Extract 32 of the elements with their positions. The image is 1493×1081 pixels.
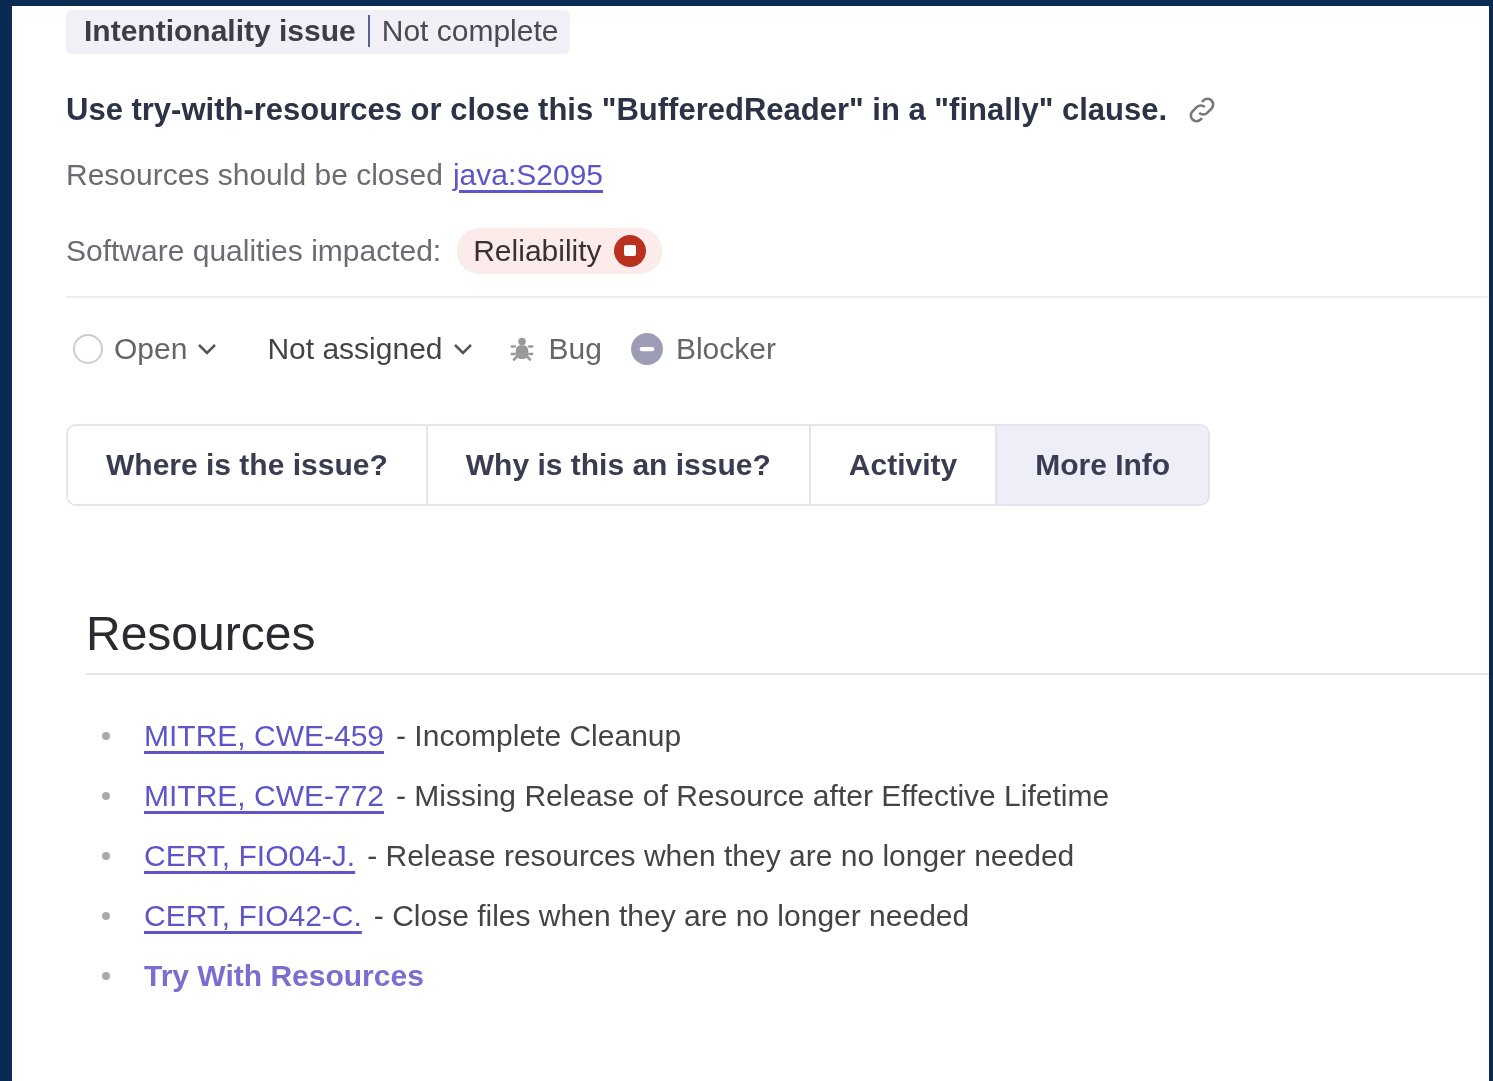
resource-link[interactable]: CERT, FIO04-J. bbox=[144, 839, 356, 873]
resource-link[interactable]: Try With Resources bbox=[144, 959, 424, 993]
rule-description: Resources should be closed bbox=[66, 158, 443, 192]
bullet-icon bbox=[102, 732, 110, 740]
resource-link[interactable]: MITRE, CWE-459 bbox=[144, 719, 385, 753]
status-dropdown[interactable]: Open bbox=[66, 328, 224, 370]
attribute-label: Intentionality issue bbox=[84, 14, 356, 48]
blocker-icon bbox=[629, 332, 664, 366]
quality-badge: Reliability bbox=[457, 228, 662, 274]
resource-description: - Release resources when they are no longer needed bbox=[367, 839, 1075, 873]
bullet-icon bbox=[102, 852, 110, 860]
bullet-icon bbox=[102, 912, 110, 920]
issue-type: Bug bbox=[548, 332, 602, 366]
resource-description: - Close files when they are no longer needed bbox=[373, 899, 970, 933]
resource-description: - Incomplete Cleanup bbox=[396, 719, 682, 753]
tab[interactable]: More Info bbox=[997, 426, 1209, 504]
issue-severity: Blocker bbox=[675, 332, 776, 366]
tab[interactable]: Where is the issue? bbox=[68, 426, 428, 504]
rule-key-link[interactable]: java:S2095 bbox=[452, 158, 603, 192]
bullet-icon bbox=[102, 972, 110, 980]
circle-icon bbox=[72, 333, 104, 365]
qualities-label: Software qualities impacted: bbox=[66, 234, 442, 268]
assignee-dropdown[interactable]: Not assigned bbox=[261, 328, 479, 370]
bullet-icon bbox=[102, 792, 110, 800]
resources-heading: Resources bbox=[86, 606, 1489, 675]
chevron-down-icon bbox=[197, 343, 218, 355]
chevron-down-icon bbox=[452, 343, 473, 355]
attribute-status: Not complete bbox=[381, 14, 559, 48]
issue-title: Use try-with-resources or close this "BufferedReader" in a "finally" clause. bbox=[66, 92, 1168, 128]
resource-link[interactable]: CERT, FIO42-C. bbox=[144, 899, 362, 933]
resource-description: - Missing Release of Resource after Effective Lifetime bbox=[396, 779, 1110, 813]
resource-link[interactable]: MITRE, CWE-772 bbox=[144, 779, 385, 813]
